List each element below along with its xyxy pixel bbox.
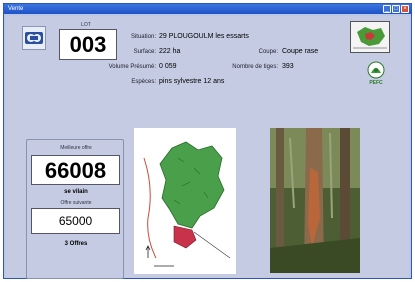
location-map-icon[interactable] (350, 21, 390, 53)
coupe-label: Coupe: (258, 49, 278, 55)
next-offer-value: 65000 (31, 208, 120, 234)
lot-label: LOT (81, 22, 91, 28)
surface-value: 222 ha (159, 48, 181, 55)
pefc-label: PEFC (369, 80, 383, 86)
minimize-button[interactable]: _ (383, 5, 391, 13)
main-content: LOT 003 Situation: 29 PLOUGOULM les essa… (6, 16, 409, 279)
volume-value: 0 059 (159, 63, 177, 70)
best-offer-label: Meilleure offre (60, 145, 92, 151)
especes-label: Espèces: (131, 79, 156, 85)
tiges-value: 393 (282, 63, 294, 70)
window-title: Vente (8, 6, 24, 12)
parcel-map-image (134, 128, 236, 274)
tree-photo (270, 128, 360, 273)
situation-label: Situation: (130, 34, 156, 40)
offers-panel: Meilleure offre 66008 se vilain Offre su… (26, 139, 124, 279)
app-window: Vente _ □ × LOT 003 Situation: 29 PLOUGO… (3, 3, 412, 279)
best-offer-bidder: se vilain (64, 189, 88, 195)
offer-count: 3 Offres (64, 241, 88, 247)
close-button[interactable]: × (401, 5, 409, 13)
app-logo-icon (22, 26, 46, 50)
best-offer-value: 66008 (31, 155, 120, 185)
tiges-label: Nombre de tiges: (232, 64, 278, 70)
volume-label: Volume Présumé: (108, 64, 156, 70)
coupe-value: Coupe rase (282, 48, 319, 55)
pefc-logo-icon: PEFC (364, 61, 388, 87)
maximize-button[interactable]: □ (392, 5, 400, 13)
especes-value: pins sylvestre 12 ans (159, 78, 225, 85)
situation-value: 29 PLOUGOULM les essarts (159, 33, 249, 40)
title-bar: Vente _ □ × (4, 4, 411, 14)
surface-label: Surface: (133, 49, 156, 55)
next-offer-label: Offre suivante (60, 200, 92, 206)
